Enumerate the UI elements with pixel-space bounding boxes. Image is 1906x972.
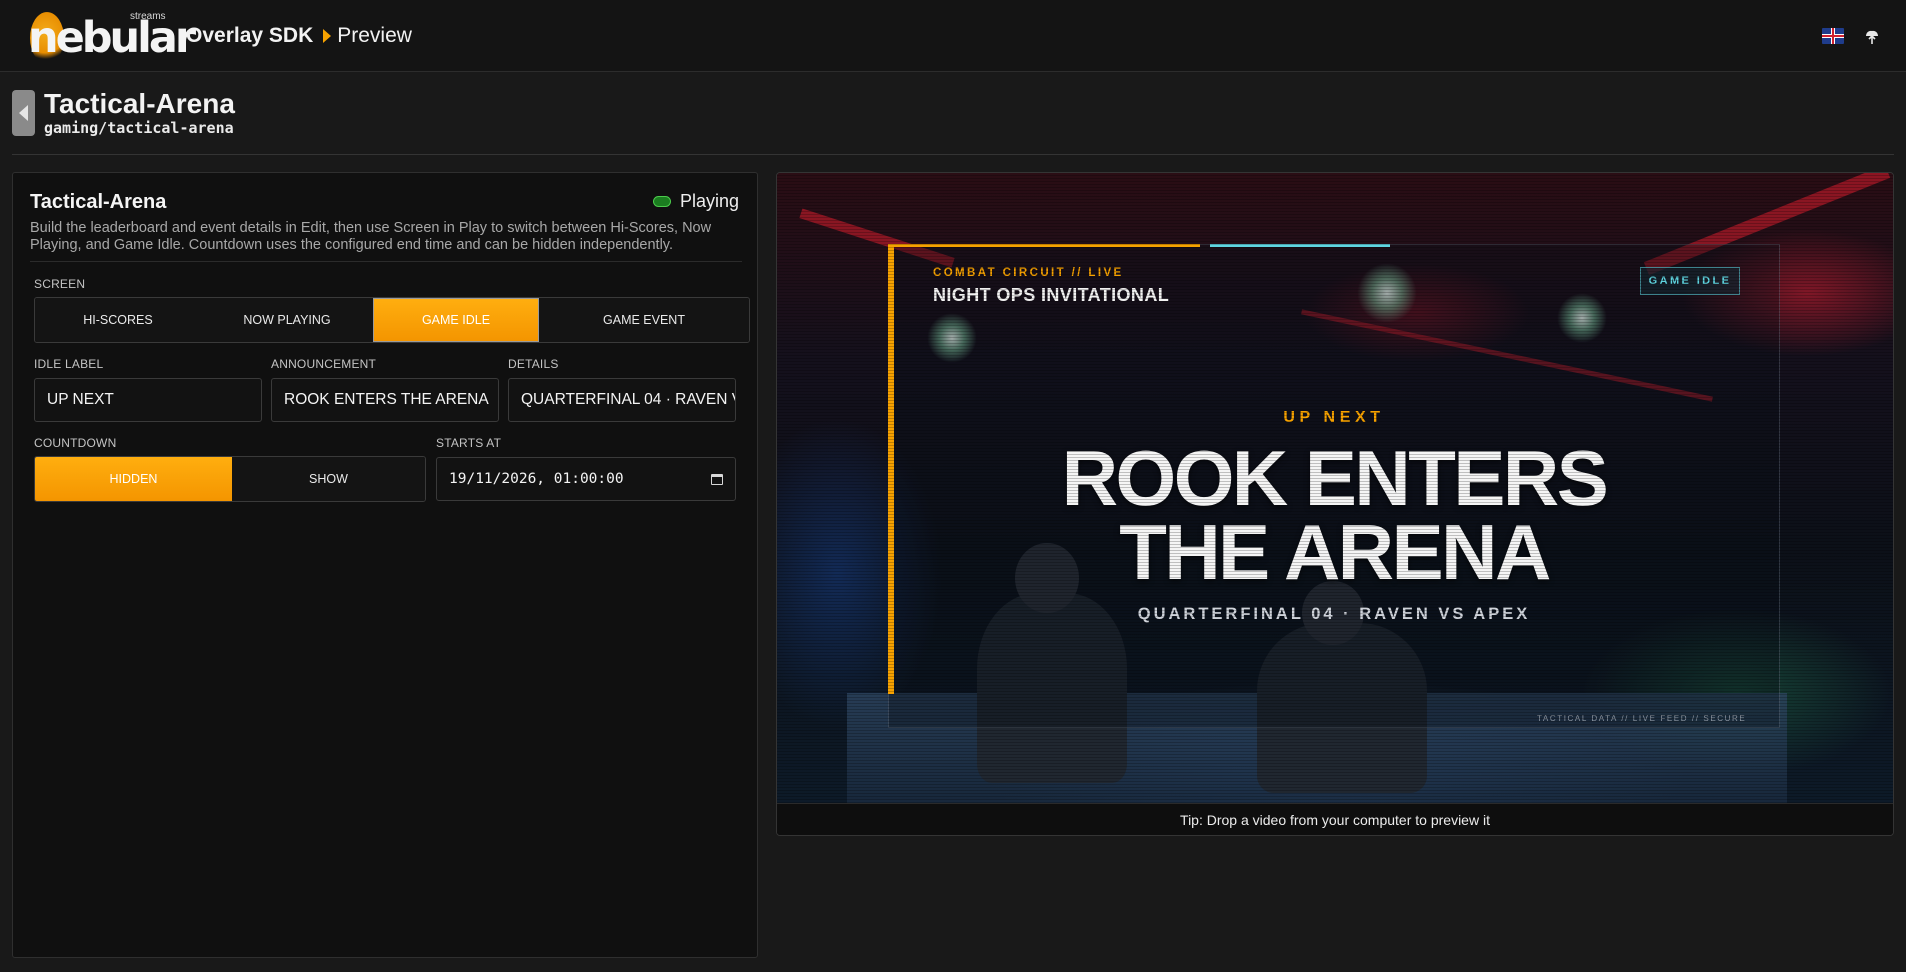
overlay-announcement: ROOK ENTERS THE ARENA [1061, 434, 1609, 596]
divider [30, 261, 742, 262]
breadcrumb: Overlay SDK Preview [186, 24, 412, 48]
status-label: Playing [679, 191, 739, 211]
playing-status[interactable]: Playing [652, 191, 739, 212]
overlay-event-name: NIGHT OPS INVITATIONAL [933, 285, 1170, 305]
countdown-hidden-button[interactable]: HIDDEN [35, 457, 232, 501]
overlay-footer: TACTICAL DATA // LIVE FEED // SECURE [1537, 714, 1747, 723]
details-input[interactable]: QUARTERFINAL 04 · RAVEN VS APEX [508, 378, 736, 422]
overlay-kicker: COMBAT CIRCUIT // LIVE [933, 267, 1124, 279]
idle-label-label: IDLE LABEL [34, 357, 104, 371]
breadcrumb-arrow-icon [323, 29, 332, 43]
drop-video-tip: Tip: Drop a video from your computer to … [777, 803, 1893, 835]
starts-at-input[interactable]: 19/11/2026, 01:00:00 [436, 457, 736, 501]
countdown-show-button[interactable]: SHOW [231, 457, 425, 501]
overlay-details: QUARTERFINAL 04 · RAVEN VS APEX [1137, 605, 1531, 623]
uk-flag-icon[interactable] [1822, 28, 1844, 44]
logo-wordmark: nebular [28, 13, 196, 63]
accent-line [888, 244, 1200, 247]
breadcrumb-app[interactable]: Overlay SDK [186, 24, 313, 48]
page-title: Tactical-Arena [44, 88, 235, 119]
status-toggle-icon[interactable] [652, 196, 671, 207]
announcement-input[interactable]: ROOK ENTERS THE ARENA [271, 378, 499, 422]
screen-selector: HI-SCORES NOW PLAYING GAME IDLE GAME EVE… [34, 297, 750, 343]
screen-option-game-event[interactable]: GAME EVENT [539, 298, 749, 342]
top-bar: nebular streams Overlay SDK Preview [0, 0, 1906, 72]
idle-label-input[interactable]: UP NEXT [34, 378, 262, 422]
video-stage[interactable]: COMBAT CIRCUIT // LIVE NIGHT OPS INVITAT… [777, 173, 1893, 803]
breadcrumb-page: Preview [337, 24, 412, 47]
project-slug: gaming/tactical-arena [44, 119, 234, 137]
chevron-left-icon [19, 105, 28, 121]
controls-panel: Tactical-Arena Playing Build the leaderb… [12, 172, 758, 958]
calendar-icon[interactable] [711, 473, 723, 485]
divider [12, 154, 1894, 155]
details-label: DETAILS [508, 357, 559, 371]
nebular-logo[interactable]: nebular streams [26, 6, 196, 68]
screen-option-hi-scores[interactable]: HI-SCORES [35, 298, 201, 342]
screen-option-game-idle[interactable]: GAME IDLE [373, 298, 539, 342]
panel-description: Build the leaderboard and event details … [30, 220, 712, 253]
countdown-toggle: HIDDEN SHOW [34, 456, 426, 502]
accent-bar [888, 244, 894, 694]
announcement-label: ANNOUNCEMENT [271, 357, 377, 371]
screen-option-now-playing[interactable]: NOW PLAYING [201, 298, 373, 342]
cloud-upload-icon[interactable] [1860, 24, 1884, 48]
overlay-screen-badge: GAME IDLE [1640, 267, 1740, 295]
overlay-preview[interactable]: COMBAT CIRCUIT // LIVE NIGHT OPS INVITAT… [776, 172, 1894, 836]
logo-subtext: streams [130, 11, 166, 22]
panel-title: Tactical-Arena [30, 191, 167, 213]
starts-at-label: STARTS AT [436, 436, 502, 450]
accent-line [1210, 244, 1390, 247]
starts-at-value: 19/11/2026, 01:00:00 [449, 471, 624, 487]
overlay-idle-label: UP NEXT [1283, 409, 1385, 426]
countdown-label: COUNTDOWN [34, 436, 117, 450]
back-button[interactable] [12, 90, 35, 136]
screen-label: SCREEN [34, 277, 86, 291]
